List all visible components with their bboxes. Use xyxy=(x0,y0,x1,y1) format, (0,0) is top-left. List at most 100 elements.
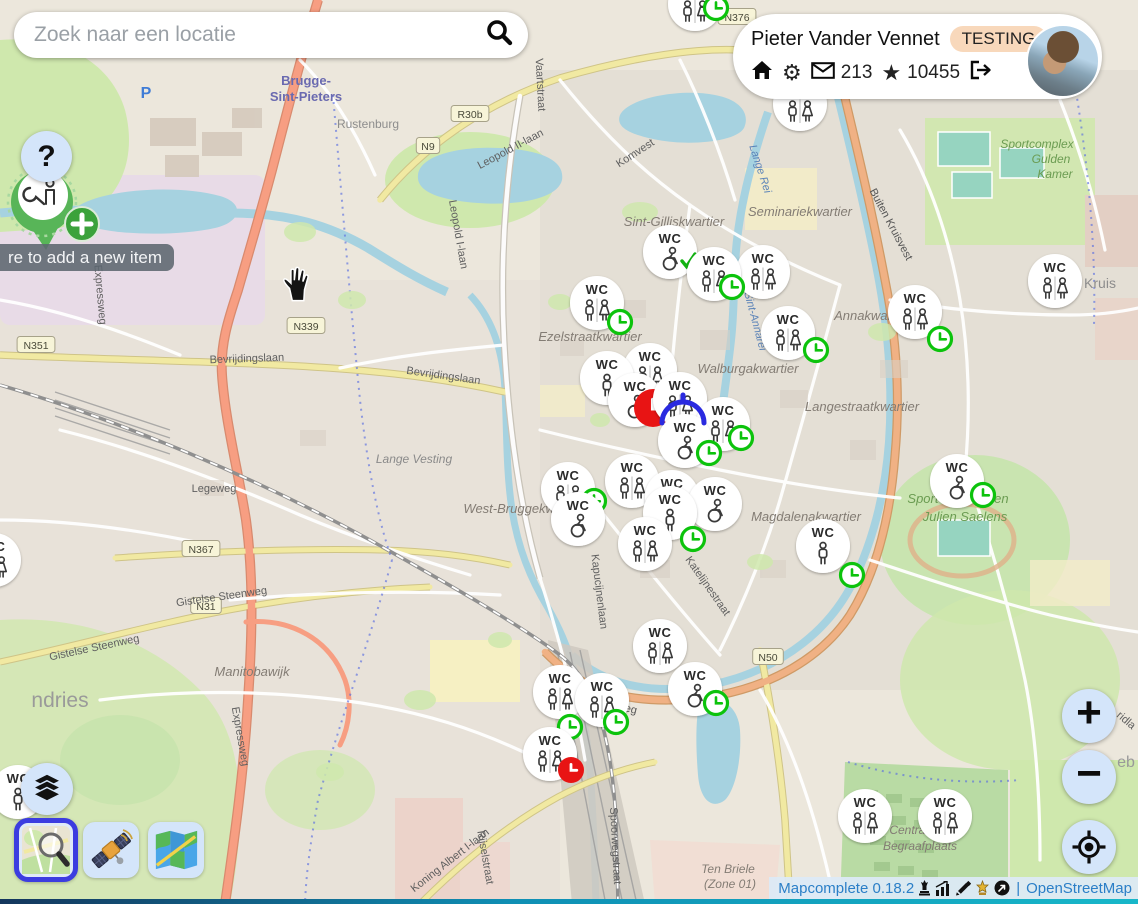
road-shield: N339 xyxy=(287,318,325,334)
toilet-marker[interactable]: WC xyxy=(688,477,742,531)
toilet-marker[interactable]: WC xyxy=(838,789,892,843)
map-label: (Zone 01) xyxy=(704,877,756,891)
openstreetmap-link[interactable]: OpenStreetMap xyxy=(1026,880,1132,897)
zoom-in-button[interactable]: + xyxy=(1062,689,1116,743)
opening-hours-badge-closed xyxy=(558,757,584,783)
opening-hours-badge-open xyxy=(730,427,753,450)
toilet-marker[interactable]: WC xyxy=(1028,254,1082,308)
toilet-marker[interactable]: WC xyxy=(918,789,972,843)
opening-hours-badge-open xyxy=(841,564,864,587)
marker-wc-label: WC xyxy=(703,253,726,268)
hand-cursor-icon xyxy=(280,264,310,302)
map-label: P xyxy=(141,85,152,102)
map-label: Kruis xyxy=(1084,275,1116,291)
search-input[interactable] xyxy=(14,23,484,47)
search-icon[interactable] xyxy=(484,18,514,53)
statue-icon[interactable] xyxy=(918,880,931,896)
toilet-marker[interactable]: WC xyxy=(618,517,672,571)
mapcomplete-version-link[interactable]: Mapcomplete 0.18.2 xyxy=(778,880,914,897)
zoom-out-button[interactable]: − xyxy=(1062,750,1116,804)
tooltip-text: re to add a new item xyxy=(8,248,162,268)
svg-text:N9: N9 xyxy=(421,141,435,153)
map-label: Lange Vesting xyxy=(376,452,453,466)
base-map[interactable]: N376R30bN9N339N351N367N31N50 Brugge-Sint… xyxy=(0,0,1138,904)
home-icon[interactable] xyxy=(751,60,773,86)
opening-hours-badge-open xyxy=(609,311,632,334)
marker-wc-label: WC xyxy=(854,795,877,810)
marker-wc-label: WC xyxy=(669,378,692,393)
marker-wc-label: WC xyxy=(659,492,682,507)
map-label: Julien Saelens xyxy=(922,509,1008,524)
background-option-satellite[interactable] xyxy=(83,822,139,878)
opening-hours-badge-open xyxy=(605,711,628,734)
community-icon[interactable] xyxy=(975,880,990,896)
bottom-accent-bar xyxy=(0,899,1138,904)
user-name: Pieter Vander Vennet xyxy=(751,28,940,51)
background-option-world-map[interactable] xyxy=(148,822,204,878)
marker-wc-label: WC xyxy=(539,733,562,748)
toilet-marker[interactable]: WC xyxy=(551,492,605,546)
map-label: eb xyxy=(1117,754,1135,771)
world-map-icon xyxy=(153,827,199,873)
minus-glyph: − xyxy=(1076,749,1102,799)
attribution-bar: Mapcomplete 0.18.2 | OpenStreetMap xyxy=(769,877,1138,899)
marker-wc-label: WC xyxy=(557,468,580,483)
road-shield: N367 xyxy=(182,541,220,557)
marker-wc-label: WC xyxy=(586,282,609,297)
marker-wc-label: WC xyxy=(674,420,697,435)
attribution-separator: | xyxy=(1016,880,1020,897)
help-question-mark: ? xyxy=(37,140,55,174)
road-shield: N351 xyxy=(17,337,55,353)
opening-hours-badge-open xyxy=(682,528,705,551)
map-label: Seminariekwartier xyxy=(748,204,853,219)
marker-wc-label: WC xyxy=(946,460,969,475)
geolocate-button[interactable] xyxy=(1062,820,1116,874)
svg-text:N50: N50 xyxy=(758,652,777,664)
svg-text:N339: N339 xyxy=(293,321,318,333)
marker-wc-label: WC xyxy=(591,679,614,694)
layers-button[interactable] xyxy=(21,763,73,815)
pencil-icon[interactable] xyxy=(955,880,971,896)
svg-text:N376: N376 xyxy=(724,12,749,24)
opening-hours-badge-open xyxy=(929,328,952,351)
user-panel: Pieter Vander Vennet TESTING ⚙ 213 ★ 104… xyxy=(733,14,1102,99)
marker-wc-label: WC xyxy=(712,403,735,418)
marker-wc-label: WC xyxy=(649,625,672,640)
map-label: Ten Briele xyxy=(701,862,755,876)
logout-icon[interactable] xyxy=(969,60,993,86)
message-count[interactable]: 213 xyxy=(841,62,873,84)
satellite-icon xyxy=(88,827,134,873)
location-search-bar[interactable] xyxy=(14,12,528,58)
svg-text:N351: N351 xyxy=(23,340,48,352)
opening-hours-badge-open xyxy=(721,276,744,299)
map-label: Manitobawijk xyxy=(214,664,291,679)
background-option-map[interactable] xyxy=(14,818,78,882)
map-label: Rustenburg xyxy=(337,117,399,131)
statistics-icon[interactable] xyxy=(935,881,951,896)
user-avatar[interactable] xyxy=(1026,24,1100,98)
layers-icon xyxy=(29,772,65,806)
settings-gear-icon[interactable]: ⚙ xyxy=(782,60,802,86)
marker-wc-label: WC xyxy=(596,357,619,372)
plus-glyph: + xyxy=(1076,688,1102,738)
map-label: Brugge- xyxy=(281,73,331,88)
map-label: Langestraatkwartier xyxy=(805,399,920,414)
crosshair-icon xyxy=(1071,829,1107,865)
star-icon: ★ xyxy=(881,62,901,84)
road-shield: R30b xyxy=(451,106,489,122)
opening-hours-badge-open xyxy=(805,339,828,362)
compass-icon[interactable] xyxy=(994,880,1010,896)
marker-wc-label: WC xyxy=(1044,260,1067,275)
marker-wc-label: WC xyxy=(777,312,800,327)
map-label: Walburgakwartier xyxy=(698,361,800,376)
map-label: Gulden xyxy=(1032,152,1071,166)
background-layer-chooser xyxy=(18,822,204,878)
help-button[interactable]: ? xyxy=(21,131,72,182)
osm-map-icon xyxy=(22,826,70,874)
toilet-marker[interactable]: WC xyxy=(633,619,687,673)
map-label: Magdalenakwartier xyxy=(751,509,862,524)
marker-wc-label: WC xyxy=(659,231,682,246)
messages-icon[interactable] xyxy=(811,62,835,85)
map-label: Sint-Pieters xyxy=(270,89,342,104)
svg-text:R30b: R30b xyxy=(457,109,482,121)
